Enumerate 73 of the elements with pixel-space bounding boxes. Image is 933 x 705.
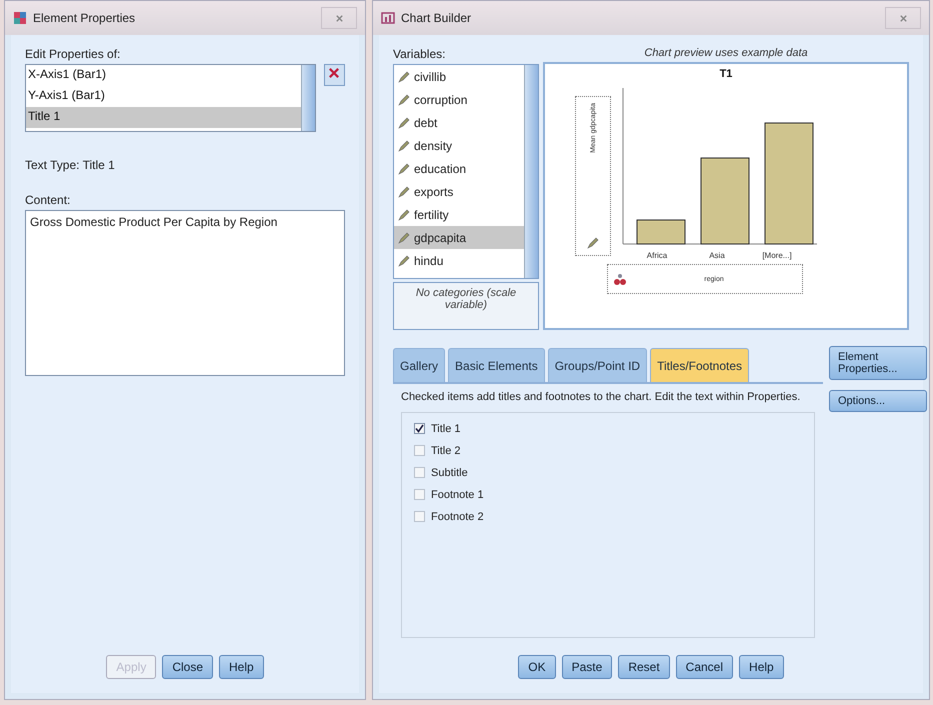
instructions-text: Checked items add titles and footnotes to the chart. Edit the text within Properties. bbox=[401, 390, 802, 405]
checkbox[interactable] bbox=[414, 467, 425, 478]
variable-item[interactable]: exports bbox=[394, 180, 524, 203]
variable-item[interactable]: density bbox=[394, 134, 524, 157]
side-button[interactable]: Options... bbox=[829, 390, 927, 412]
variable-item[interactable]: hindu bbox=[394, 249, 524, 272]
field-label: Content: bbox=[25, 193, 72, 207]
checkbox[interactable] bbox=[414, 489, 425, 500]
side-button[interactable]: Element Properties... bbox=[829, 346, 927, 380]
tab[interactable]: Basic Elements bbox=[448, 348, 545, 382]
checkbox-option[interactable]: Title 1 bbox=[414, 422, 802, 435]
close-button[interactable] bbox=[321, 7, 357, 29]
pencil-icon bbox=[398, 116, 410, 128]
field-label: Edit Properties of: bbox=[25, 47, 122, 61]
list-item[interactable]: X-Axis1 (Bar1) bbox=[26, 65, 301, 86]
tab[interactable]: Groups/Point ID bbox=[548, 348, 648, 382]
variable-item[interactable]: corruption bbox=[394, 88, 524, 111]
axis-label: Africa bbox=[646, 251, 668, 260]
element-list[interactable]: X-Axis1 (Bar1) Y-Axis1 (Bar1) Title 1 bbox=[25, 64, 316, 132]
category-variable-icon bbox=[614, 273, 626, 285]
axis-label: Asia bbox=[708, 251, 726, 260]
list-item[interactable]: Y-Axis1 (Bar1) bbox=[26, 86, 301, 107]
preview-note: Chart preview uses example data bbox=[643, 47, 809, 59]
dialog-button[interactable]: Reset bbox=[618, 655, 670, 679]
checkbox[interactable] bbox=[414, 423, 425, 434]
pencil-icon bbox=[398, 186, 410, 198]
variable-list[interactable]: civillib corruption debt density education exports fertility gdpcapita hindu bbox=[393, 64, 539, 279]
chart-title: T1 bbox=[720, 68, 732, 80]
field-label: Variables: bbox=[393, 47, 446, 61]
variable-item[interactable]: fertility bbox=[394, 203, 524, 226]
tab[interactable]: Gallery bbox=[393, 348, 446, 382]
delete-button[interactable] bbox=[324, 64, 345, 86]
pencil-icon bbox=[398, 162, 410, 174]
checkbox[interactable] bbox=[414, 511, 425, 522]
variable-item[interactable]: civillib bbox=[394, 65, 524, 88]
pencil-icon bbox=[398, 232, 410, 244]
dialog-button[interactable]: Help bbox=[739, 655, 784, 679]
tab[interactable]: Titles/Footnotes bbox=[650, 348, 750, 382]
checkbox[interactable] bbox=[414, 445, 425, 456]
checkbox-option[interactable]: Footnote 1 bbox=[414, 488, 802, 501]
app-icon bbox=[381, 11, 395, 25]
dialog-button[interactable]: Help bbox=[219, 655, 264, 679]
window-title: Chart Builder bbox=[401, 11, 472, 25]
dialog-button[interactable]: Close bbox=[162, 655, 214, 679]
dialog-button[interactable]: Paste bbox=[562, 655, 612, 679]
app-icon bbox=[13, 11, 27, 25]
pencil-icon bbox=[398, 94, 410, 106]
pencil-icon bbox=[398, 70, 410, 82]
pencil-icon bbox=[398, 254, 410, 266]
scrollbar[interactable] bbox=[300, 65, 315, 131]
checkbox-option[interactable]: Title 2 bbox=[414, 444, 802, 457]
variable-item[interactable]: education bbox=[394, 157, 524, 180]
close-button[interactable] bbox=[885, 7, 921, 29]
text-type-label: Text Type: Title 1 bbox=[25, 158, 116, 172]
variable-item[interactable]: gdpcapita bbox=[394, 226, 524, 249]
content-field[interactable]: Gross Domestic Product Per Capita by Region bbox=[25, 210, 345, 376]
close-icon[interactable] bbox=[898, 14, 908, 22]
delete-icon[interactable] bbox=[327, 66, 342, 80]
checkbox-option[interactable]: Footnote 2 bbox=[414, 510, 802, 523]
window-title: Element Properties bbox=[33, 11, 136, 25]
pencil-icon bbox=[398, 208, 410, 220]
pencil-icon bbox=[398, 140, 410, 152]
scrollbar[interactable] bbox=[524, 65, 538, 278]
list-item[interactable]: Title 1 bbox=[26, 107, 301, 128]
check-icon bbox=[415, 424, 424, 434]
variable-item[interactable]: debt bbox=[394, 111, 524, 134]
pencil-icon bbox=[587, 237, 599, 249]
close-icon[interactable] bbox=[334, 14, 344, 22]
dialog-button[interactable]: Cancel bbox=[676, 655, 734, 679]
dialog-button[interactable]: OK bbox=[518, 655, 556, 679]
checkbox-option[interactable]: Subtitle bbox=[414, 466, 802, 479]
categories-note: No categories (scale variable) bbox=[393, 282, 539, 330]
axis-label: [More...] bbox=[761, 251, 793, 260]
